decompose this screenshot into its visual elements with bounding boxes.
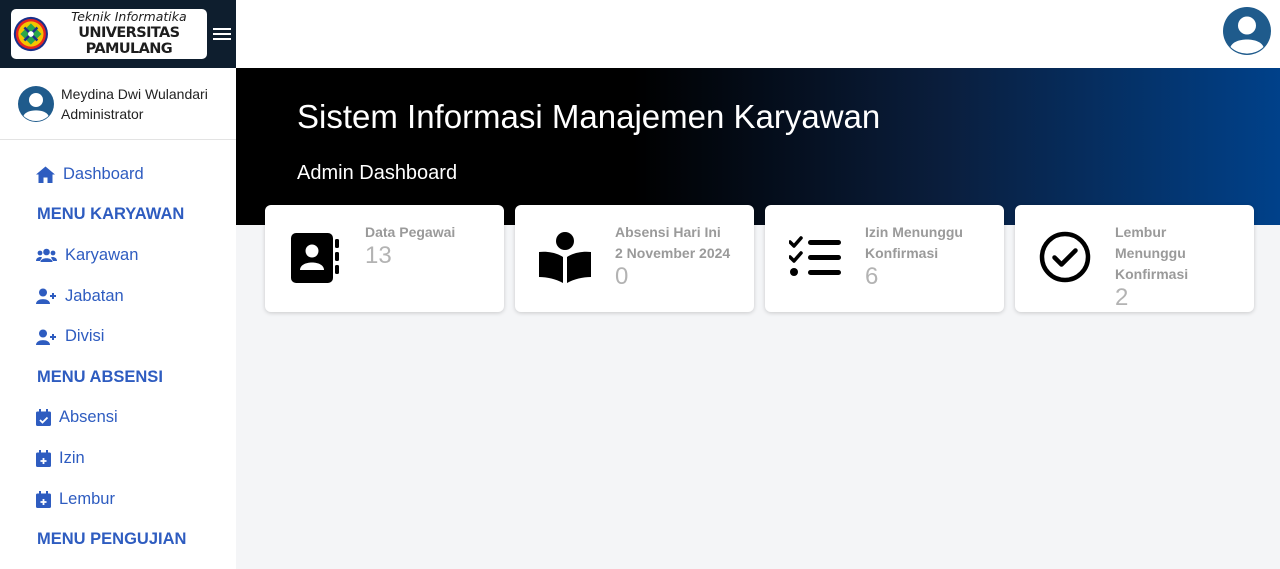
brand-name: UNIVERSITAS PAMULANG xyxy=(78,24,180,58)
card-label: Menunggu xyxy=(1115,245,1186,261)
sidebar-item-label: Izin xyxy=(59,448,85,467)
card-text: Lembur Menunggu Konfirmasi 2 xyxy=(1115,222,1188,311)
card-text: Absensi Hari Ini 2 November 2024 0 xyxy=(615,222,730,290)
home-icon xyxy=(36,166,55,183)
card-data-pegawai[interactable]: Data Pegawai 13 xyxy=(265,205,504,312)
card-lembur-menunggu[interactable]: Lembur Menunggu Konfirmasi 2 xyxy=(1015,205,1254,312)
brand-subtitle: Teknik Informatika xyxy=(71,9,187,25)
card-absensi-hari-ini[interactable]: Absensi Hari Ini 2 November 2024 0 xyxy=(515,205,754,312)
sidebar-item-karyawan[interactable]: Karyawan xyxy=(0,235,236,276)
menu-toggle-icon[interactable] xyxy=(213,25,231,43)
card-value: 2 xyxy=(1115,284,1129,311)
profile-avatar-icon[interactable] xyxy=(1222,6,1272,56)
brand-header: Teknik Informatika UNIVERSITAS PAMULANG xyxy=(0,0,236,68)
top-navbar xyxy=(236,0,1280,68)
user-panel: Meydina Dwi Wulandari Administrator xyxy=(0,68,236,140)
user-avatar-icon xyxy=(18,85,54,122)
card-label: Izin Menunggu xyxy=(865,224,963,240)
card-date: 2 November 2024 xyxy=(615,245,731,261)
sidebar-item-label: Jabatan xyxy=(65,286,124,305)
card-label: Absensi Hari Ini xyxy=(615,224,721,240)
page-subtitle: Admin Dashboard xyxy=(297,162,458,184)
section-menu-karyawan: MENU KARYAWAN xyxy=(37,205,185,224)
sidebar-item-label: Dashboard xyxy=(63,164,144,183)
user-name: Meydina Dwi Wulandari xyxy=(61,85,208,102)
check-circle-icon xyxy=(1039,231,1091,283)
user-info: Meydina Dwi Wulandari Administrator xyxy=(61,84,208,124)
sidebar-item-label: Karyawan xyxy=(65,245,139,264)
card-izin-menunggu[interactable]: Izin Menunggu Konfirmasi 6 xyxy=(765,205,1004,312)
card-text: Izin Menunggu Konfirmasi 6 xyxy=(865,222,963,290)
user-plus-icon xyxy=(36,329,56,345)
sidebar-item-lembur[interactable]: Lembur xyxy=(0,479,236,520)
sidebar-item-dashboard[interactable]: Dashboard xyxy=(0,154,236,195)
section-menu-pengujian: MENU PENGUJIAN xyxy=(37,530,187,549)
sidebar-item-jabatan[interactable]: Jabatan xyxy=(0,276,236,317)
sidebar-item-label: Lembur xyxy=(59,489,115,508)
sidebar-item-label: Absensi xyxy=(59,408,118,427)
card-text: Data Pegawai 13 xyxy=(365,222,455,269)
user-role: Administrator xyxy=(61,105,144,122)
users-icon xyxy=(36,248,57,262)
card-label: Data Pegawai xyxy=(365,224,456,240)
card-value: 13 xyxy=(365,242,392,269)
checklist-icon xyxy=(789,236,841,276)
user-plus-icon xyxy=(36,288,56,305)
card-label: Konfirmasi xyxy=(865,245,939,261)
calendar-plus-icon xyxy=(36,449,51,467)
sidebar-item-divisi[interactable]: Divisi xyxy=(0,316,236,357)
card-value: 6 xyxy=(865,263,879,290)
sidebar: Teknik Informatika UNIVERSITAS PAMULANG … xyxy=(0,0,236,569)
reading-person-icon xyxy=(539,232,591,283)
card-label: Konfirmasi xyxy=(1115,266,1189,282)
page-title: Sistem Informasi Manajemen Karyawan xyxy=(297,98,881,135)
card-label: Lembur xyxy=(1115,224,1167,240)
university-logo-icon xyxy=(13,16,48,52)
sidebar-nav: Dashboard MENU KARYAWAN Karyawan Jabatan xyxy=(0,140,236,560)
section-menu-absensi: MENU ABSENSI xyxy=(37,367,163,386)
brand-logo-card[interactable]: Teknik Informatika UNIVERSITAS PAMULANG xyxy=(11,9,207,59)
sidebar-item-label: Divisi xyxy=(65,327,105,346)
address-book-icon xyxy=(291,233,339,283)
hero-banner: Sistem Informasi Manajemen Karyawan Admi… xyxy=(236,68,1280,225)
brand-text: Teknik Informatika UNIVERSITAS PAMULANG xyxy=(51,9,207,58)
sidebar-item-izin[interactable]: Izin xyxy=(0,438,236,479)
card-value: 0 xyxy=(615,263,629,290)
calendar-plus-icon xyxy=(36,490,51,508)
sidebar-item-absensi[interactable]: Absensi xyxy=(0,398,236,439)
calendar-check-icon xyxy=(36,409,51,427)
